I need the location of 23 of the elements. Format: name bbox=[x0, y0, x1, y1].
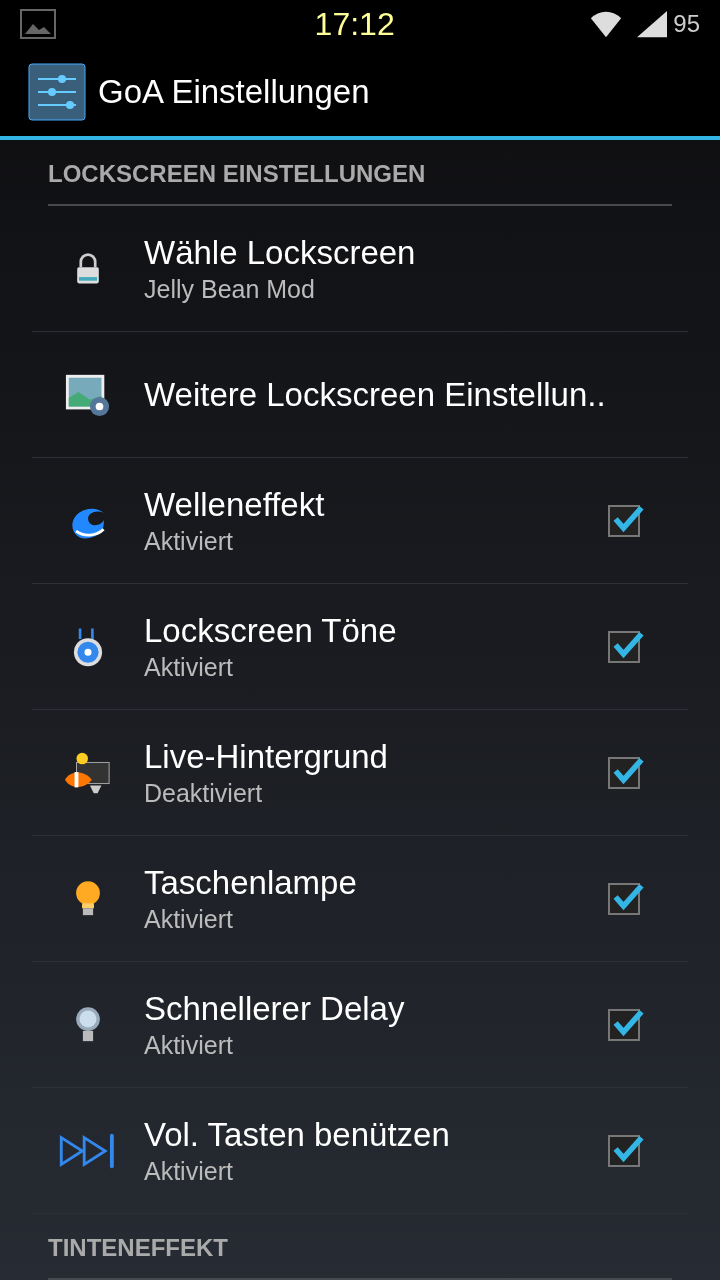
item-title[interactable]: Lockscreen Töne bbox=[144, 610, 608, 652]
item-summary: Aktiviert bbox=[144, 1029, 234, 1061]
item-title[interactable]: Live-Hintergrund bbox=[144, 736, 608, 778]
item-summary: Jelly Bean Mod bbox=[144, 273, 316, 305]
battery-level: 95 bbox=[673, 9, 700, 39]
settings-sliders-icon bbox=[28, 63, 86, 121]
image-notification-icon bbox=[20, 9, 56, 39]
item-title[interactable]: Welleneffekt bbox=[144, 484, 608, 526]
section-header: LOCKSCREEN EINSTELLUNGEN bbox=[48, 160, 426, 187]
item-summary: Deaktiviert bbox=[144, 777, 264, 809]
item-summary: Aktiviert bbox=[144, 1155, 234, 1187]
item-summary: Aktiviert bbox=[144, 525, 234, 557]
section-header: TINTENEFFEKT bbox=[48, 1234, 228, 1261]
item-title[interactable]: Weitere Lockscreen Einstellun.. bbox=[144, 373, 688, 416]
item-summary: Aktiviert bbox=[144, 651, 234, 683]
item-title[interactable]: Taschenlampe bbox=[144, 862, 608, 904]
item-title[interactable]: Vol. Tasten benützen bbox=[144, 1114, 608, 1156]
app-title: GoA Einstellungen bbox=[98, 72, 370, 113]
item-title[interactable]: Schnellerer Delay bbox=[144, 988, 608, 1030]
clock: 17:12 bbox=[313, 5, 396, 44]
item-summary: Aktiviert bbox=[144, 903, 234, 935]
signal-icon bbox=[635, 9, 670, 39]
item-title[interactable]: Wähle Lockscreen bbox=[144, 232, 688, 274]
